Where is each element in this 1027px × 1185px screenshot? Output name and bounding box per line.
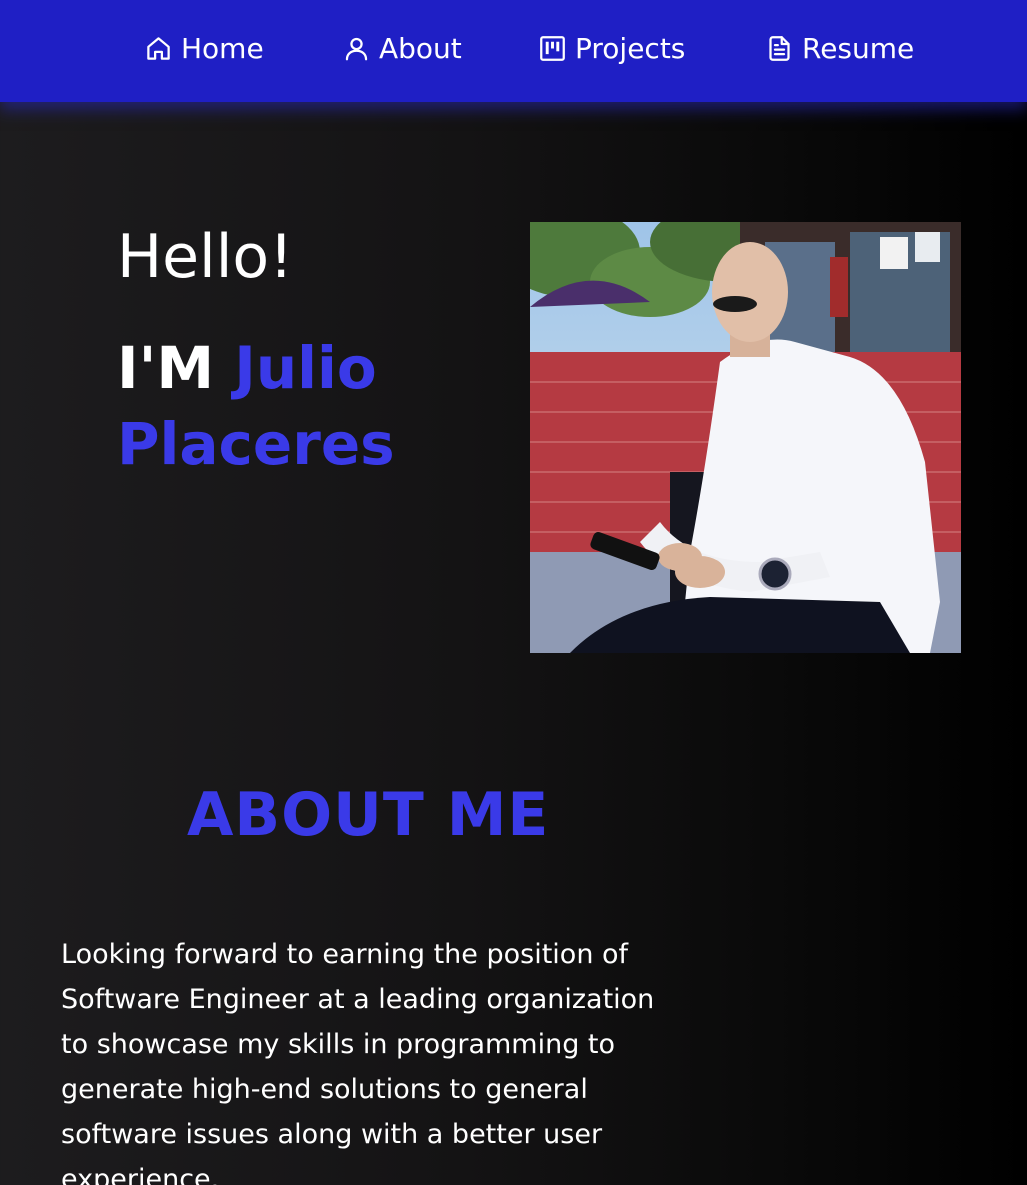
hero-intro-prefix: I'M (117, 334, 235, 402)
about-text: Looking forward to earning the position … (61, 939, 655, 1185)
user-icon (345, 37, 368, 60)
nav-projects-label: Projects (575, 31, 686, 65)
nav-about-link[interactable]: About (343, 30, 462, 66)
nav-projects-link[interactable]: Projects (539, 30, 685, 66)
nav-about-label: About (379, 31, 462, 65)
profile-photo (530, 222, 961, 653)
document-icon (769, 35, 790, 61)
hero-intro: I'M Julio Placeres (117, 330, 497, 482)
nav-home-label: Home (181, 31, 264, 65)
profile-photo-image (530, 222, 961, 653)
about-title: ABOUT ME (187, 780, 550, 850)
nav-resume-link[interactable]: Resume (766, 30, 914, 66)
navbar: Home About Projects Resume (0, 0, 1027, 102)
nav-home-link[interactable]: Home (145, 30, 264, 66)
home-icon (147, 36, 170, 60)
hero-greeting: Hello! (117, 222, 294, 292)
kanban-icon (540, 35, 565, 61)
nav-resume-label: Resume (802, 31, 915, 65)
